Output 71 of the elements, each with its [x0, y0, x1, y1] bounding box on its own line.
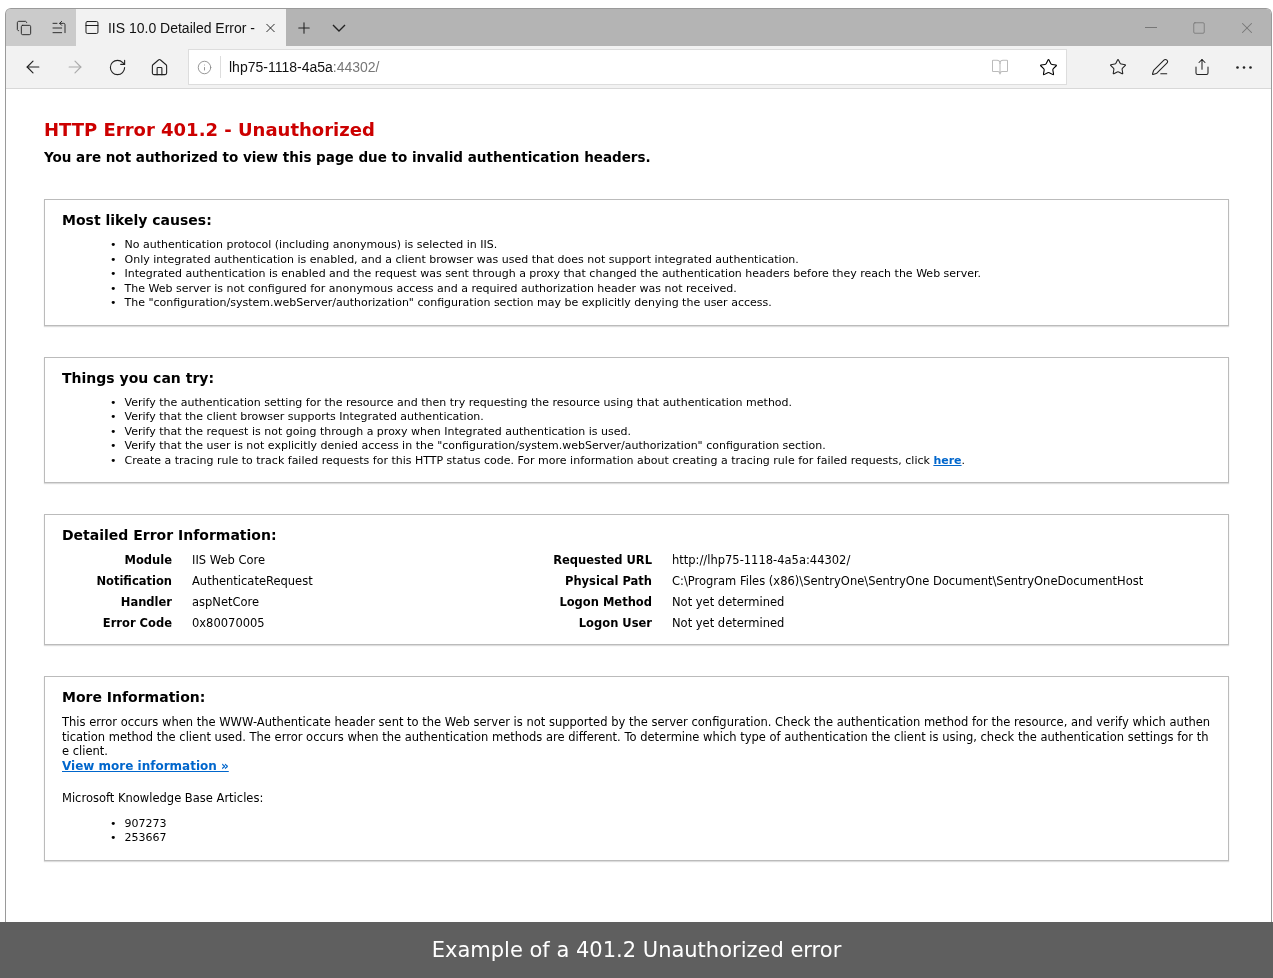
- detail-value: AuthenticateRequest: [192, 574, 314, 588]
- list-item: No authentication protocol (including anonymous) is selected in IIS.: [124, 238, 498, 253]
- maximize-icon: [1192, 20, 1206, 35]
- bullet: •: [110, 816, 117, 831]
- address-bar[interactable]: lhp75-1118-4a5a:44302/: [188, 49, 1067, 85]
- help-link[interactable]: here: [933, 453, 962, 467]
- caption-bar: Example of a 401.2 Unauthorized error: [0, 922, 1273, 978]
- bullet: •: [110, 281, 117, 296]
- section-heading: More Information:: [62, 689, 207, 705]
- detail-label: Requested URL: [552, 553, 652, 567]
- error-title: HTTP Error 401.2 - Unauthorized: [44, 119, 376, 140]
- detail-label: Error Code: [101, 616, 172, 630]
- bullet: •: [110, 238, 117, 253]
- home-icon: [149, 57, 169, 77]
- info-icon: [197, 59, 212, 75]
- share-icon: [1193, 58, 1211, 76]
- bullet: •: [110, 252, 117, 267]
- list-item: Create a tracing rule to track failed requests for this HTTP status code. For more information about creating a tracing rule for failed requests, click here.: [124, 453, 966, 468]
- error-subtitle: You are not authorized to view this page due to invalid authentication headers.: [44, 149, 652, 165]
- list-item: Integrated authentication is enabled and the request was sent through a proxy that changed the authentication headers before they reach the Web server.: [124, 267, 981, 282]
- chevron-down-icon: [331, 23, 346, 32]
- book-icon: [991, 58, 1009, 76]
- list-item: Verify that the client browser supports Integrated authentication.: [124, 410, 484, 425]
- info-paragraph: This error occurs when the WWW-Authenticate header sent to the Web server is not supported by the server configuration. Check the authentication method for the resource, and verify which authentication method the client used. The error occurs when the authentication methods are different. To determine which type of authentication the client is using, check the authentication settings for the client.: [62, 715, 1211, 759]
- tray-icon: [50, 19, 67, 36]
- detail-label: Logon Method: [558, 595, 652, 609]
- list-item: Only integrated authentication is enabled, and a client browser was used that does not support integrated authentication.: [124, 252, 799, 267]
- url-text: lhp75-1118-4a5a:44302/: [229, 59, 380, 75]
- detail-label: Module: [123, 553, 172, 567]
- page-icon: [84, 19, 100, 36]
- minimize-icon: [1145, 27, 1157, 28]
- more-icon: [1236, 65, 1252, 69]
- detail-value: Not yet determined: [672, 616, 786, 630]
- list-item: Verify that the user is not explicitly denied access in the "configuration/system.webServer/authorization" configuration section.: [124, 439, 826, 454]
- list-item: The Web server is not configured for anonymous access and a required authorization header was not received.: [124, 281, 737, 296]
- detail-label: Logon User: [577, 616, 652, 630]
- detail-value: aspNetCore: [192, 595, 261, 609]
- more-info-link[interactable]: View more information »: [62, 758, 229, 773]
- kb-label: Microsoft Knowledge Base Articles:: [62, 790, 265, 805]
- bullet: •: [110, 424, 117, 439]
- browser-tab[interactable]: IIS 10.0 Detailed Error -: [76, 9, 286, 46]
- detail-value: C:\Program Files (x86)\SentryOne\SentryOne Document\SentryOneDocumentHost: [672, 574, 1145, 588]
- detail-value: IIS Web Core: [192, 553, 267, 567]
- kb-article: 907273: [124, 816, 167, 831]
- section-heading: Most likely causes:: [62, 212, 213, 228]
- bullet: •: [110, 831, 117, 846]
- bullet: •: [110, 267, 117, 282]
- star-icon: [1039, 57, 1058, 77]
- set-aside-button[interactable]: [41, 9, 76, 46]
- windows-icon: [15, 19, 32, 36]
- detail-value: http://lhp75-1118-4a5a:44302/: [672, 553, 852, 567]
- star-list-icon: [1109, 58, 1127, 76]
- list-item: Verify the authentication setting for the resource and then try requesting the resource using that authentication method.: [124, 395, 793, 410]
- detail-value: 0x80070005: [192, 616, 266, 630]
- bullet: •: [110, 410, 117, 425]
- bullet: •: [110, 439, 117, 454]
- section-heading: Detailed Error Information:: [62, 527, 278, 543]
- detail-value: Not yet determined: [672, 595, 786, 609]
- detail-label: Notification: [95, 574, 172, 588]
- pen-icon: [1151, 58, 1169, 76]
- bullet: •: [110, 395, 117, 410]
- tabs-aside-button[interactable]: [6, 9, 41, 46]
- detail-label: Handler: [119, 595, 172, 609]
- list-item: Verify that the request is not going through a proxy when Integrated authentication is used.: [124, 424, 632, 439]
- list-item: The "configuration/system.webServer/authorization" configuration section may be explicitly denying the user access.: [124, 296, 772, 311]
- detail-label: Physical Path: [564, 574, 652, 588]
- bullet: •: [110, 453, 117, 468]
- refresh-icon: [107, 57, 127, 77]
- section-heading: Things you can try:: [62, 369, 215, 386]
- bullet: •: [110, 296, 117, 311]
- kb-article: 253667: [124, 831, 167, 846]
